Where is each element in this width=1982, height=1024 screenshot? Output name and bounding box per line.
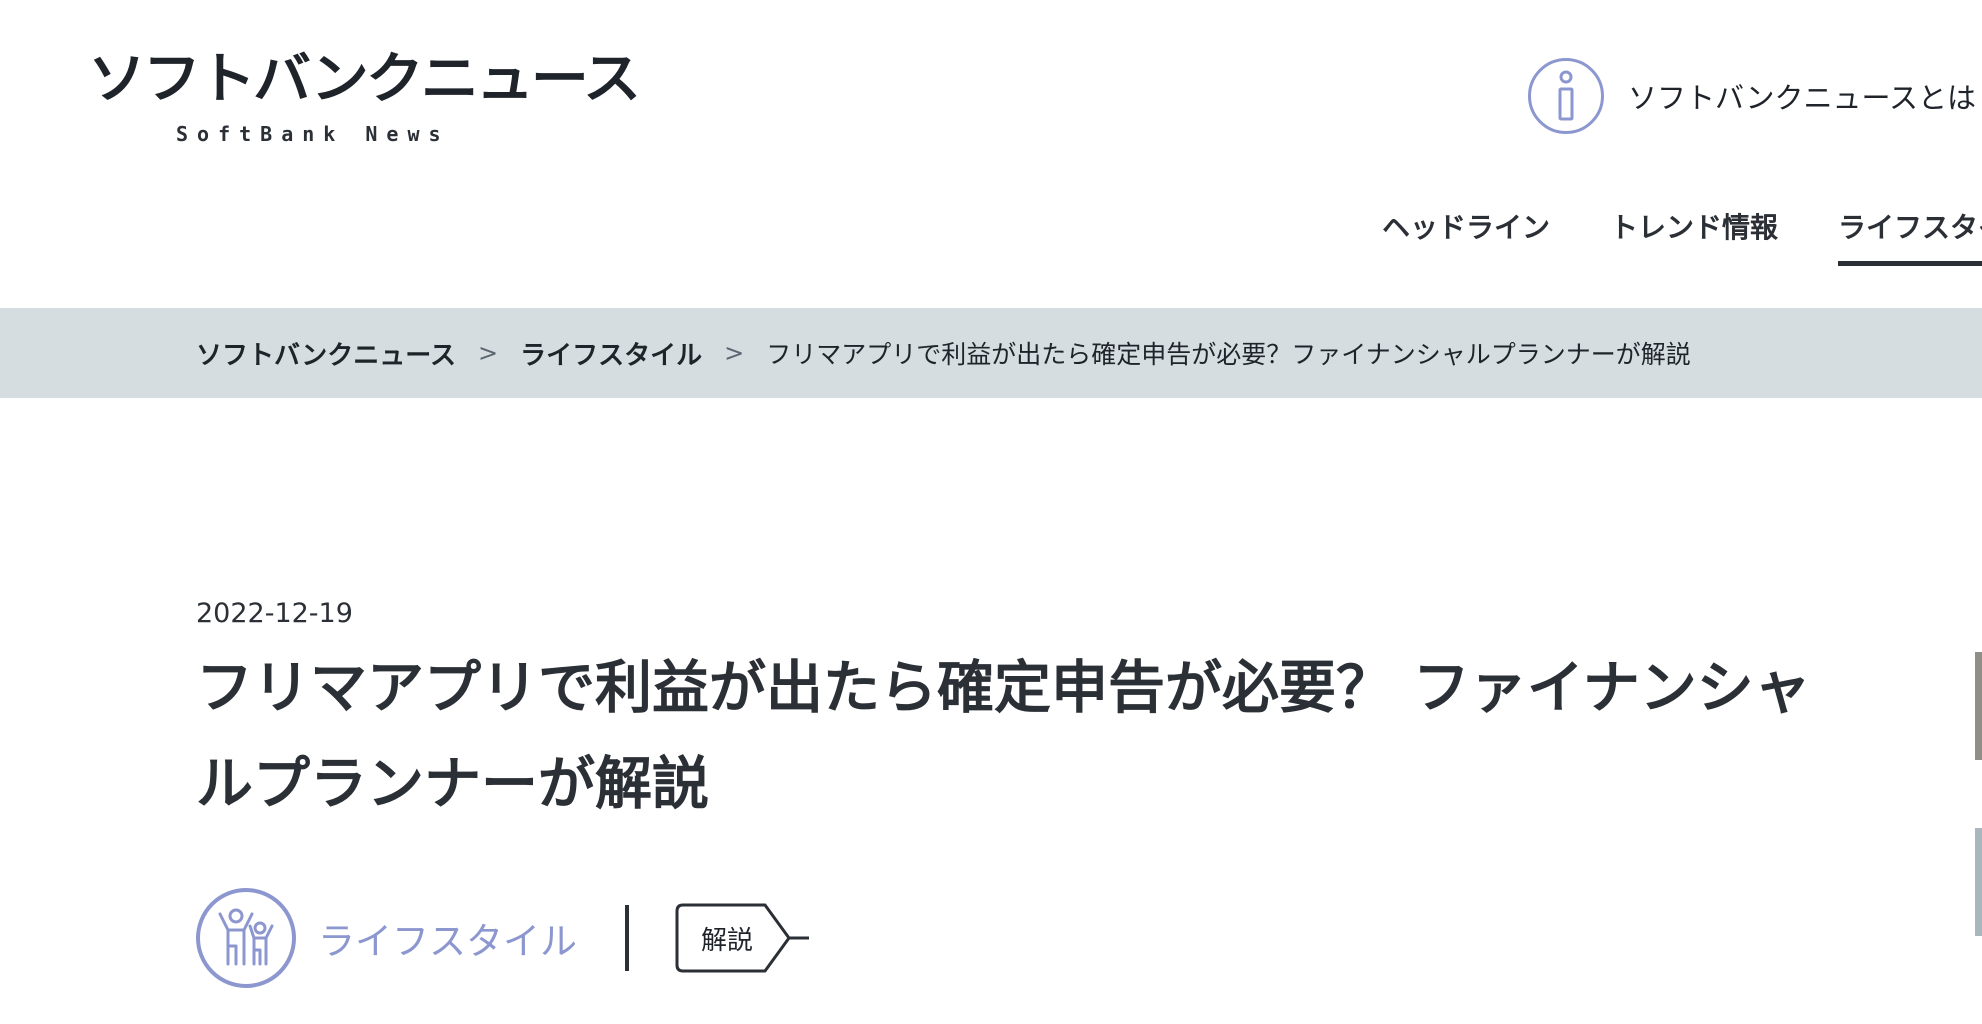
global-nav: ヘッドライン トレンド情報 ライフスタイル — [1382, 200, 1982, 266]
info-icon — [1528, 58, 1604, 134]
breadcrumb: ソフトバンクニュース > ライフスタイル > フリマアプリで利益が出たら確定申告… — [0, 308, 1982, 398]
about-link-label: ソフトバンクニュースとは — [1628, 81, 1977, 115]
breadcrumb-separator: > — [478, 339, 499, 367]
logo-english: SoftBank News — [176, 122, 450, 146]
tag-label: 解説 — [700, 925, 753, 956]
page: ソフトバンクニュース SoftBank News ソフトバンクニュースとは ヘッ… — [0, 0, 1982, 1024]
article-title: フリマアプリで利益が出たら確定申告が必要？ ファイナンシャルプランナーが解説 — [196, 655, 1811, 817]
article-meta: ライフスタイル 解説 — [196, 886, 811, 990]
logo-japanese: ソフトバンクニュース — [88, 46, 641, 111]
about-link[interactable]: ソフトバンクニュースとは — [1528, 56, 1976, 136]
tag-badge[interactable]: 解説 — [675, 903, 811, 973]
breadcrumb-lifestyle[interactable]: ライフスタイル — [520, 335, 702, 372]
breadcrumb-home[interactable]: ソフトバンクニュース — [196, 335, 456, 372]
sidebar-thumbnail[interactable] — [1975, 828, 1982, 936]
meta-divider — [625, 905, 629, 971]
sidebar-thumbnail[interactable] — [1975, 652, 1982, 760]
family-icon[interactable] — [196, 888, 296, 988]
site-logo[interactable]: ソフトバンクニュース SoftBank News — [88, 46, 641, 148]
nav-item-headline[interactable]: ヘッドライン — [1382, 200, 1550, 266]
category-link[interactable]: ライフスタイル — [318, 911, 577, 965]
breadcrumb-current: フリマアプリで利益が出たら確定申告が必要？ファイナンシャルプランナーが解説 — [766, 340, 1691, 369]
breadcrumb-separator: > — [724, 339, 745, 367]
nav-item-trend[interactable]: トレンド情報 — [1610, 200, 1778, 266]
article-date: 2022-12-19 — [196, 598, 353, 629]
nav-item-lifestyle[interactable]: ライフスタイル — [1838, 200, 1982, 266]
